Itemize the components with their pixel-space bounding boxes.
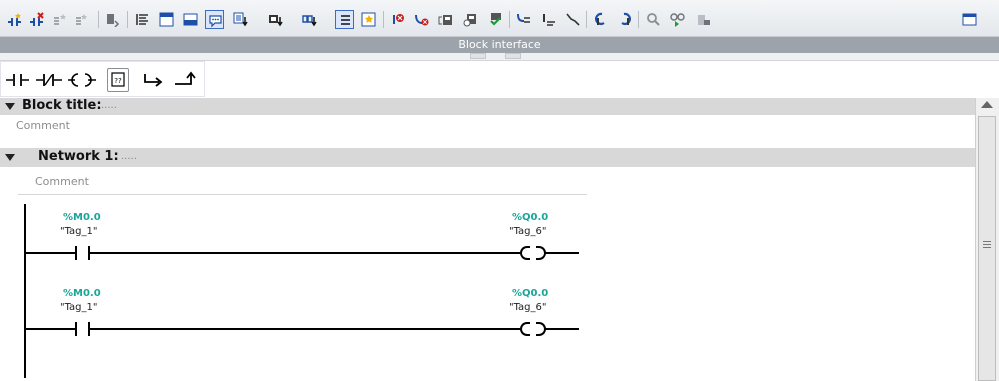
monitor-on-icon[interactable] [591,10,610,29]
call-environment-icon[interactable] [461,10,480,29]
block-title-row[interactable]: Block title: ..... [0,98,975,115]
wire [545,252,579,254]
toolbar-separator [509,11,510,28]
contact-address[interactable]: %M0.0 [63,288,101,299]
coil-address[interactable]: %Q0.0 [512,212,548,223]
coil-tag[interactable]: "Tag_6" [509,302,547,313]
block-comment[interactable]: Comment [16,119,70,132]
open-all-networks-icon[interactable] [51,10,70,29]
monitoring-icon[interactable] [335,10,354,29]
block-title-label: Block title: [22,98,102,113]
grip-icon [983,241,991,250]
go-to-previous-icon[interactable] [514,10,533,29]
svg-text:??: ?? [114,77,122,85]
program-editor: Block title: ..... Comment Network 1: ..… [0,98,975,381]
go-to-next-icon[interactable] [539,10,558,29]
go-online-icon[interactable] [300,10,319,29]
toolbar-separator [383,11,384,28]
wire [25,328,75,330]
collapse-arrow-icon[interactable] [5,103,15,110]
tag-information-icon[interactable] [181,10,200,29]
editor-toolbar [0,0,999,37]
no-contact[interactable] [75,246,77,260]
vertical-scrollbar[interactable] [975,98,999,381]
wire [545,328,579,330]
block-interface-label: Block interface [458,38,541,51]
nc-contact-icon[interactable] [35,68,62,92]
network-comments-icon[interactable] [205,10,224,29]
remove-error-icon[interactable] [412,10,431,29]
coil-tag[interactable]: "Tag_6" [509,226,547,237]
instruction-favorites-bar: ?? [0,61,205,97]
open-branch-icon[interactable] [141,68,167,92]
collapse-arrow-icon[interactable] [5,154,15,161]
splitter-collapse-up[interactable] [470,53,486,59]
scrollbar-thumb[interactable] [978,116,996,381]
download-icon[interactable] [231,10,250,29]
contact-tag[interactable]: "Tag_1" [60,302,98,313]
insert-network-icon[interactable] [5,10,24,29]
coil[interactable] [520,322,530,336]
favorites-icon[interactable] [359,10,378,29]
network-comment[interactable]: Comment [35,175,89,188]
indent-icon[interactable] [563,10,582,29]
show-favorites-icon[interactable] [157,10,176,29]
monitor-all-icon[interactable] [616,10,635,29]
check-icon[interactable] [486,10,505,29]
close-branch-icon[interactable] [173,68,199,92]
coil-address[interactable]: %Q0.0 [512,288,548,299]
comment-divider [18,194,587,195]
know-how-icon[interactable] [644,10,663,29]
empty-box-icon[interactable]: ?? [107,68,129,92]
absolute-operands-icon[interactable] [103,10,122,29]
network-title-row[interactable]: Network 1: ..... [0,148,975,167]
go-to-error-icon[interactable] [388,10,407,29]
toolbar-separator [127,11,128,28]
wire [25,252,75,254]
maximize-icon[interactable] [960,10,979,29]
toolbar-separator [638,11,639,28]
network-title-value[interactable]: ..... [121,151,137,162]
delete-network-icon[interactable] [27,10,46,29]
compare-icon[interactable] [436,10,455,29]
contact-tag[interactable]: "Tag_1" [60,226,98,237]
contact-address[interactable]: %M0.0 [63,212,101,223]
toolbar-separator [586,11,587,28]
toolbar-separator [98,11,99,28]
upload-icon[interactable] [266,10,285,29]
wire [89,252,520,254]
network-title-label: Network 1: [38,149,119,164]
close-all-networks-icon[interactable] [73,10,92,29]
left-power-rail [24,204,26,378]
no-contact-icon[interactable] [5,68,31,92]
no-contact[interactable] [75,322,77,336]
network-overview-icon[interactable] [133,10,152,29]
splitter-collapse-down[interactable] [505,53,521,59]
coil-icon[interactable] [67,68,96,92]
splitter-strip[interactable] [0,53,999,61]
memory-icon[interactable] [694,10,713,29]
block-title-value[interactable]: ..... [101,100,117,111]
coil[interactable] [520,246,530,260]
scroll-up-icon[interactable] [981,101,993,108]
block-interface-bar[interactable]: Block interface [0,37,999,53]
protection-icon[interactable] [668,10,687,29]
wire [89,328,520,330]
